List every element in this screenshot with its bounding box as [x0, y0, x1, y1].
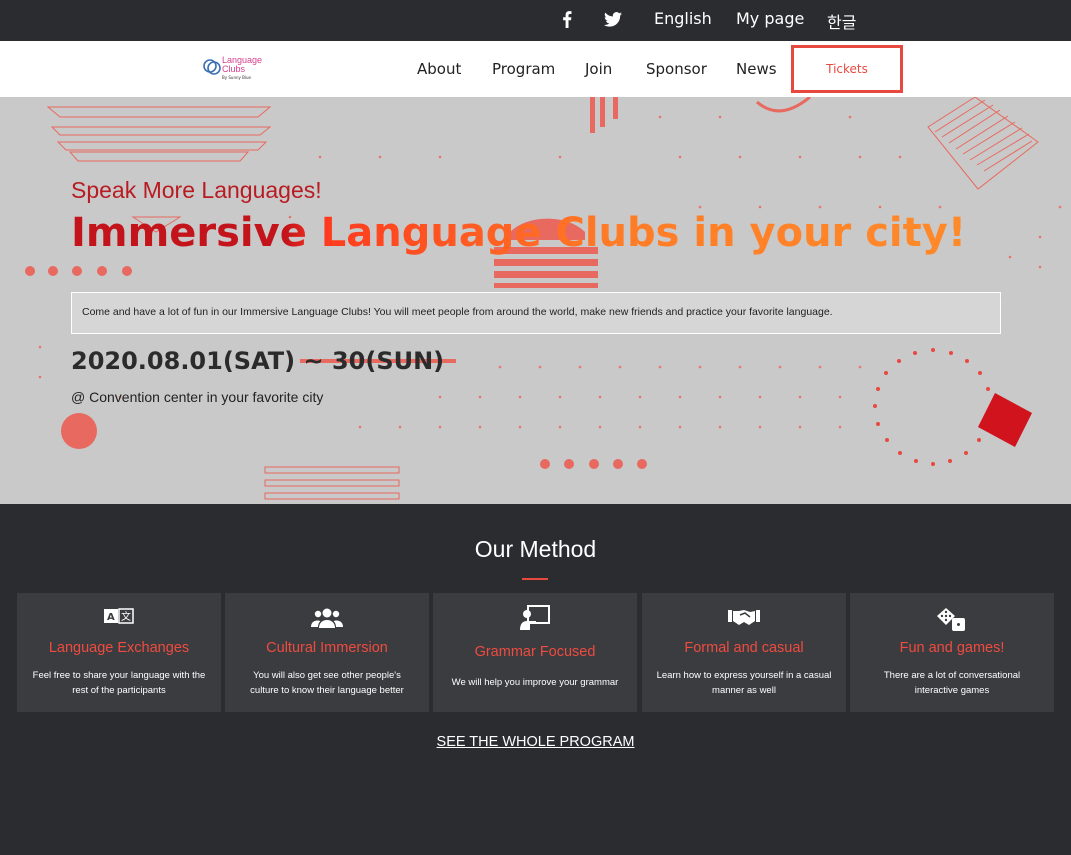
handshake-icon — [642, 607, 846, 631]
hero-description: Come and have a lot of fun in our Immers… — [71, 292, 1001, 334]
section-title: Our Method — [474, 536, 597, 562]
svg-text:文: 文 — [121, 610, 131, 623]
logo-subtitle: By Sunny Blue — [222, 75, 252, 80]
hero-banner: Speak More Languages! Immersive Language… — [0, 97, 1071, 504]
method-card: Formal and casual Learn how to express y… — [642, 593, 846, 712]
mypage-link[interactable]: My page — [736, 9, 804, 28]
section-divider — [522, 578, 548, 580]
language-link[interactable]: English — [654, 9, 712, 28]
method-card: Grammar Focused We will help you improve… — [433, 593, 637, 712]
facebook-icon[interactable] — [562, 11, 572, 32]
card-title: Fun and games! — [899, 640, 1005, 656]
translate-icon: A文 — [17, 607, 221, 631]
card-description: Learn how to express yourself in a casua… — [656, 670, 832, 696]
card-title: Formal and casual — [684, 640, 804, 656]
method-section: Our Method A文 Language Exchanges Feel fr… — [0, 504, 1071, 855]
users-icon — [225, 607, 429, 631]
top-utility-bar: English My page 한글 — [0, 0, 1071, 41]
card-title: Language Exchanges — [48, 640, 190, 656]
card-title: Grammar Focused — [474, 644, 596, 660]
card-description: We will help you improve your grammar — [451, 677, 619, 688]
method-card: Fun and games! There are a lot of conver… — [850, 593, 1054, 712]
card-description: There are a lot of conversational intera… — [883, 670, 1021, 696]
tickets-button[interactable]: Tickets — [791, 45, 903, 93]
nav-join[interactable]: Join — [585, 60, 612, 78]
nav-news[interactable]: News — [736, 60, 777, 78]
logo[interactable]: Language Clubs By Sunny Blue — [203, 55, 269, 85]
logo-mark-icon — [203, 59, 221, 75]
hero-title: Immersive Language Clubs in your city! — [71, 210, 967, 256]
card-title: Cultural Immersion — [266, 640, 388, 656]
method-card: A文 Language Exchanges Feel free to share… — [17, 593, 221, 712]
see-program-link[interactable]: SEE THE WHOLE PROGRAM — [0, 734, 1071, 750]
teacher-icon — [433, 605, 637, 630]
twitter-icon[interactable] — [604, 12, 622, 31]
card-description: Feel free to share your language with th… — [32, 670, 206, 696]
nav-program[interactable]: Program — [492, 60, 555, 78]
hero-subtitle: Speak More Languages! — [71, 177, 322, 203]
card-description: You will also get see other people's cul… — [250, 670, 404, 696]
method-card: Cultural Immersion You will also get see… — [225, 593, 429, 712]
dice-icon — [850, 607, 1054, 631]
logo-line2: Clubs — [222, 64, 246, 74]
event-date: 2020.08.01(SAT) ~ 30(SUN) — [71, 347, 445, 375]
nav-sponsor[interactable]: Sponsor — [646, 60, 707, 78]
svg-text:A: A — [107, 612, 115, 623]
nav-about[interactable]: About — [417, 60, 461, 78]
event-location: @ Convention center in your favorite cit… — [71, 389, 324, 405]
korean-link[interactable]: 한글 — [827, 9, 856, 33]
main-nav: Language Clubs By Sunny Blue About Progr… — [0, 41, 1071, 97]
